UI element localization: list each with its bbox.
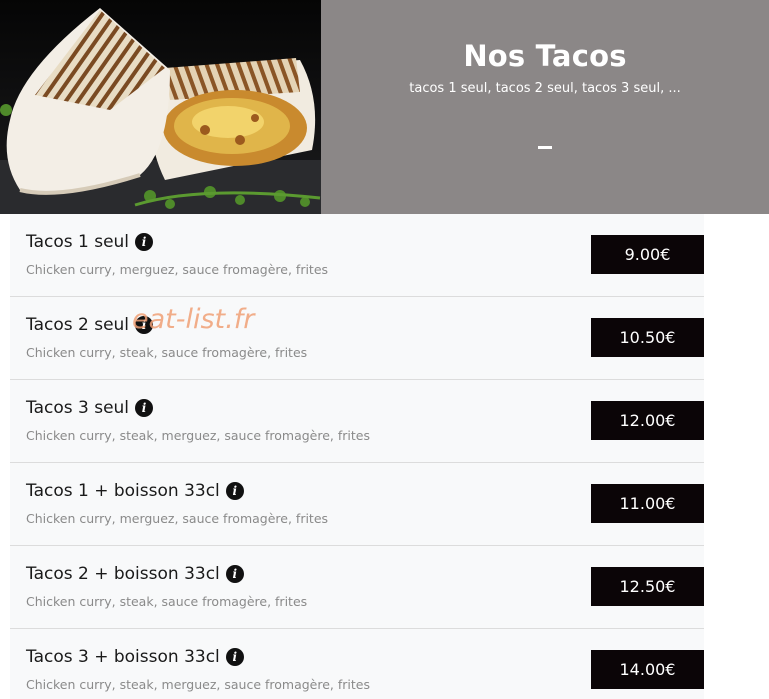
- item-name: Tacos 2 seul: [26, 315, 130, 335]
- menu-item[interactable]: Tacos 3 seul i Chicken curry, steak, mer…: [10, 380, 704, 463]
- info-icon[interactable]: i: [135, 233, 154, 251]
- info-icon[interactable]: i: [135, 316, 154, 334]
- item-title-row: Tacos 1 seul i: [26, 232, 154, 252]
- item-description: Chicken curry, steak, merguez, sauce fro…: [26, 428, 370, 443]
- menu-page: Nos Tacos tacos 1 seul, tacos 2 seul, ta…: [0, 0, 769, 699]
- price-button[interactable]: 10.50€: [591, 318, 704, 357]
- item-title-row: Tacos 2 + boisson 33cl i: [26, 564, 244, 584]
- item-name: Tacos 2 + boisson 33cl: [26, 564, 220, 584]
- price-button[interactable]: 9.00€: [591, 235, 704, 274]
- category-subtitle: tacos 1 seul, tacos 2 seul, tacos 3 seul…: [409, 81, 681, 96]
- menu-list: Tacos 1 seul i Chicken curry, merguez, s…: [10, 214, 704, 699]
- item-description: Chicken curry, steak, merguez, sauce fro…: [26, 677, 370, 692]
- menu-item[interactable]: Tacos 1 + boisson 33cl i Chicken curry, …: [10, 463, 704, 546]
- menu-item[interactable]: Tacos 2 + boisson 33cl i Chicken curry, …: [10, 546, 704, 629]
- item-title-row: Tacos 3 + boisson 33cl i: [26, 647, 244, 667]
- item-description: Chicken curry, merguez, sauce fromagère,…: [26, 262, 329, 277]
- info-icon[interactable]: i: [225, 648, 244, 666]
- menu-item[interactable]: Tacos 2 seul i Chicken curry, steak, sau…: [10, 297, 704, 380]
- item-description: Chicken curry, steak, sauce fromagère, f…: [26, 345, 308, 360]
- price-button[interactable]: 12.00€: [591, 401, 704, 440]
- price-button[interactable]: 11.00€: [591, 484, 704, 523]
- item-name: Tacos 1 seul: [26, 232, 130, 252]
- tacos-photo: [0, 0, 321, 214]
- category-title: Nos Tacos: [463, 39, 627, 73]
- info-icon[interactable]: i: [225, 482, 244, 500]
- menu-item[interactable]: Tacos 1 seul i Chicken curry, merguez, s…: [10, 214, 704, 297]
- header-panel: Nos Tacos tacos 1 seul, tacos 2 seul, ta…: [321, 0, 769, 214]
- item-description: Chicken curry, merguez, sauce fromagère,…: [26, 511, 329, 526]
- title-divider: [538, 146, 552, 149]
- price-button[interactable]: 12.50€: [591, 567, 704, 606]
- info-icon[interactable]: i: [135, 399, 154, 417]
- item-name: Tacos 3 + boisson 33cl: [26, 647, 220, 667]
- item-description: Chicken curry, steak, sauce fromagère, f…: [26, 594, 308, 609]
- price-button[interactable]: 14.00€: [591, 650, 704, 689]
- item-title-row: Tacos 1 + boisson 33cl i: [26, 481, 244, 501]
- menu-item[interactable]: Tacos 3 + boisson 33cl i Chicken curry, …: [10, 629, 704, 699]
- category-header: Nos Tacos tacos 1 seul, tacos 2 seul, ta…: [0, 0, 769, 214]
- item-title-row: Tacos 3 seul i: [26, 398, 154, 418]
- item-title-row: Tacos 2 seul i: [26, 315, 154, 335]
- item-name: Tacos 1 + boisson 33cl: [26, 481, 220, 501]
- item-name: Tacos 3 seul: [26, 398, 130, 418]
- info-icon[interactable]: i: [225, 565, 244, 583]
